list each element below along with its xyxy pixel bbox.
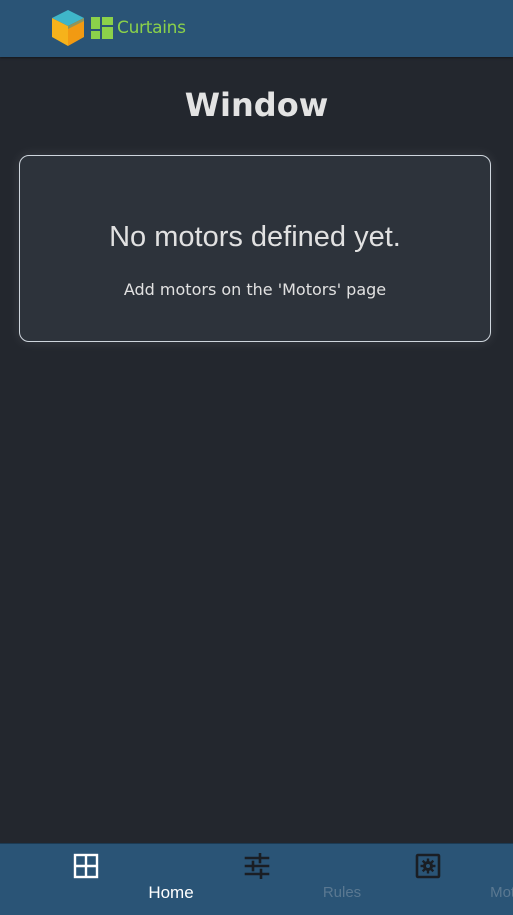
nav-label-motors: Motors [490, 884, 513, 901]
top-header-bar: Curtains [0, 0, 513, 57]
empty-state-message: Add motors on the 'Motors' page [123, 280, 387, 299]
empty-state-card: No motors defined yet. Add motors on the… [19, 155, 491, 342]
nav-item-home[interactable]: Home [0, 844, 194, 914]
bottom-nav-bar: Home Rules Mot [0, 843, 513, 915]
grid-logo-icon [91, 17, 113, 39]
nav-item-rules[interactable]: Rules [171, 844, 361, 914]
sliders-icon [244, 853, 269, 879]
gear-box-icon [415, 853, 440, 879]
page-title: Window [184, 86, 329, 124]
app-root: Curtains Window No motors defined yet. A… [0, 0, 513, 915]
nav-item-motors[interactable]: Motors [342, 844, 513, 914]
app-name: Curtains [117, 18, 186, 38]
cube-logo-icon [52, 10, 84, 46]
grid-icon [73, 853, 98, 879]
empty-state-heading: No motors defined yet. [109, 221, 401, 253]
